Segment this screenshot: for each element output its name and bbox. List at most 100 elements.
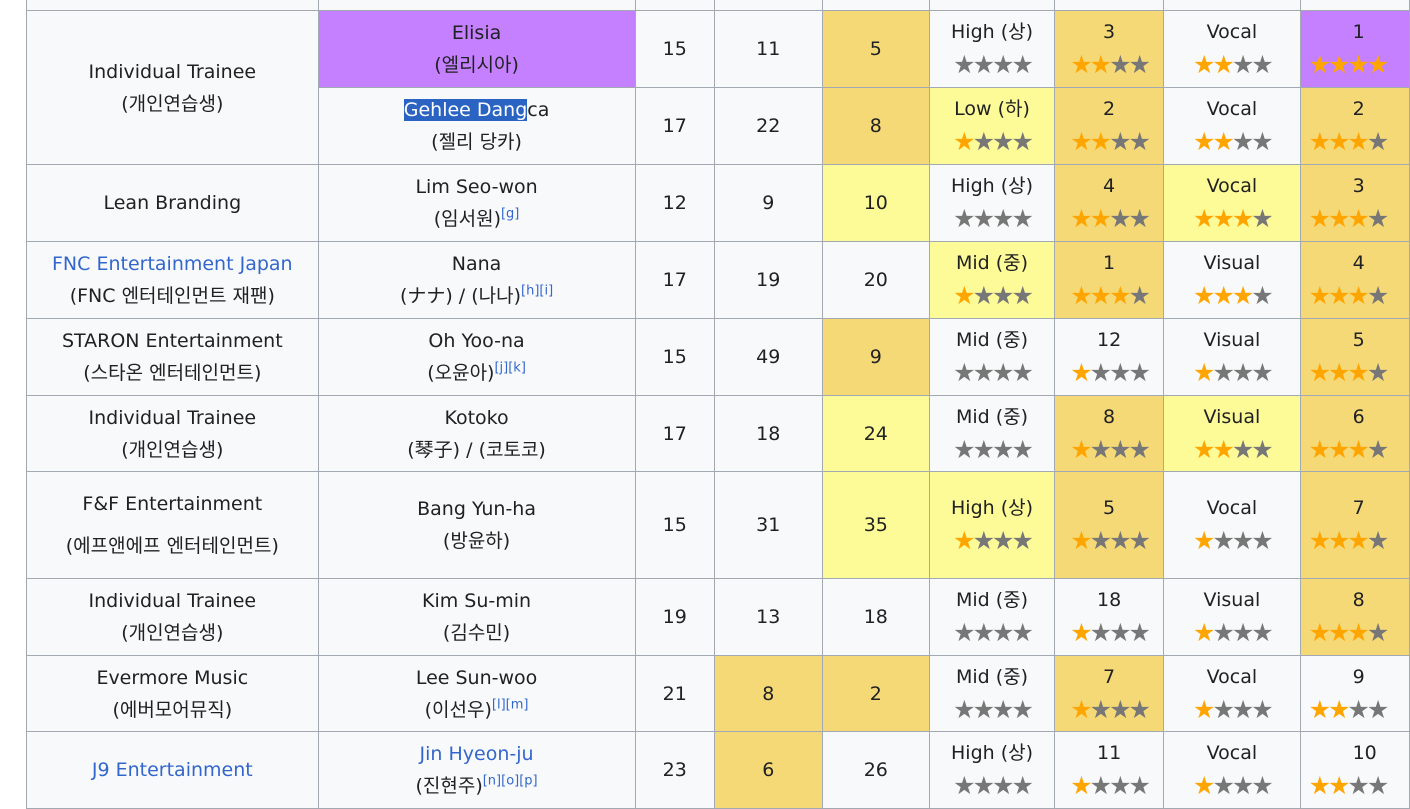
star-rating: ★★★★ — [1059, 769, 1159, 803]
rank-stars-cell: 3 ★★★★ — [1299, 164, 1410, 242]
empty-star-icon: ★ — [1231, 434, 1254, 464]
empty-star-icon: ★ — [1128, 618, 1151, 647]
empty-star-icon: ★ — [1011, 771, 1033, 800]
star-rating: ★★★★ — [1059, 433, 1159, 467]
company-link[interactable]: J9 Entertainment — [31, 754, 314, 786]
company-cell: STARON Entertainment (스타온 엔터테인먼트) — [26, 318, 319, 396]
level-cell: High (상) ★★★★ — [929, 731, 1055, 809]
star-rating: ★★★★ — [1168, 433, 1295, 467]
empty-star-icon: ★ — [1251, 358, 1273, 387]
empty-star-icon: ★ — [972, 281, 995, 310]
empty-star-icon: ★ — [1251, 204, 1273, 233]
filled-star-icon: ★ — [1347, 526, 1369, 555]
star-rating: ★★★★ — [1309, 202, 1405, 236]
company-cell: FNC Entertainment Japan (FNC 엔터테인먼트 재팬) — [26, 241, 319, 319]
trainee-table-viewport: Individual Trainee (개인연습생) Elisia (엘리시아) 1… — [26, 0, 1410, 809]
rank-cell: 8 — [713, 655, 823, 732]
selected-text[interactable]: Gehlee Dang — [403, 99, 528, 121]
ref-link[interactable]: [m] — [506, 697, 529, 712]
rank-cell: 18 — [713, 395, 823, 472]
empty-star-icon: ★ — [992, 281, 1014, 310]
filled-star-icon: ★ — [1327, 434, 1350, 464]
star-rating: ★★★★ — [1309, 433, 1405, 467]
filled-star-icon: ★ — [1308, 771, 1331, 800]
rank-stars-cell: 4 ★★★★ — [1053, 164, 1165, 242]
empty-star-icon: ★ — [1109, 127, 1131, 156]
empty-star-icon: ★ — [1011, 204, 1033, 233]
empty-star-icon: ★ — [1366, 281, 1389, 310]
star-rating: ★★★★ — [1168, 769, 1295, 803]
filled-star-icon: ★ — [1193, 526, 1215, 555]
position-cell: Vocal ★★★★ — [1163, 471, 1301, 579]
ref-link[interactable]: [k] — [508, 361, 526, 376]
empty-star-icon: ★ — [1366, 771, 1389, 800]
position-cell: Vocal ★★★★ — [1163, 87, 1301, 165]
filled-star-icon: ★ — [1347, 434, 1369, 464]
trainee-link[interactable]: Jin Hyeon-ju — [323, 738, 631, 770]
level-cell: Mid (중) ★★★★ — [929, 241, 1055, 319]
filled-star-icon: ★ — [1327, 204, 1350, 233]
level-cell: Mid (중) ★★★★ — [929, 395, 1055, 472]
empty-star-icon: ★ — [1366, 694, 1389, 724]
rank-cell: 9 — [713, 164, 823, 242]
rank-cell: 10 — [821, 164, 931, 242]
empty-star-icon: ★ — [1089, 434, 1112, 464]
ref-link[interactable]: [j] — [494, 361, 508, 376]
ref-link[interactable]: [i] — [539, 284, 553, 299]
star-rating: ★★★★ — [1168, 48, 1295, 82]
star-rating: ★★★★ — [1168, 279, 1295, 313]
empty-star-icon: ★ — [992, 526, 1014, 555]
filled-star-icon: ★ — [1070, 281, 1092, 310]
position-cell: Visual ★★★★ — [1163, 318, 1301, 396]
position-cell: Vocal ★★★★ — [1163, 731, 1301, 809]
rank-stars-cell: 18 ★★★★ — [1053, 578, 1165, 656]
empty-star-icon: ★ — [1089, 771, 1112, 800]
filled-star-icon: ★ — [1347, 50, 1369, 79]
filled-star-icon: ★ — [1193, 50, 1215, 79]
star-rating: ★★★★ — [934, 433, 1050, 467]
rank-cell: 49 — [713, 318, 823, 396]
trainee-name-cell: Lim Seo-won (임서원)[g] — [317, 164, 636, 242]
ref-link[interactable]: [g] — [501, 207, 519, 222]
empty-star-icon: ★ — [1347, 694, 1369, 724]
star-rating: ★★★★ — [934, 769, 1050, 803]
ref-link[interactable]: [n] — [483, 774, 501, 789]
level-cell: Low (하) ★★★★ — [929, 87, 1055, 165]
filled-star-icon: ★ — [1327, 771, 1350, 800]
empty-star-icon: ★ — [992, 618, 1014, 647]
filled-star-icon: ★ — [1327, 694, 1350, 724]
ref-link[interactable]: [h] — [521, 284, 539, 299]
empty-star-icon: ★ — [1231, 127, 1254, 156]
filled-star-icon: ★ — [1070, 204, 1092, 233]
filled-star-icon: ★ — [1308, 50, 1331, 79]
star-rating: ★★★★ — [1168, 693, 1295, 727]
rank-stars-cell: 8 ★★★★ — [1053, 395, 1165, 472]
filled-star-icon: ★ — [1308, 526, 1331, 555]
empty-star-icon: ★ — [1128, 127, 1151, 156]
filled-star-icon: ★ — [1070, 358, 1092, 387]
star-rating: ★★★★ — [934, 356, 1050, 390]
position-cell: Visual ★★★★ — [1163, 241, 1301, 319]
rank-stars-cell: 4 ★★★★ — [1299, 241, 1410, 319]
level-cell: Mid (중) ★★★★ — [929, 655, 1055, 732]
age-cell: 15 — [634, 10, 715, 88]
filled-star-icon: ★ — [1231, 281, 1254, 310]
company-cell: Lean Branding — [26, 164, 319, 242]
star-rating: ★★★★ — [1309, 693, 1405, 727]
rank-cell: 35 — [821, 471, 931, 579]
filled-star-icon: ★ — [1347, 127, 1369, 156]
filled-star-icon: ★ — [1193, 281, 1215, 310]
rank-stars-cell: 12 ★★★★ — [1053, 318, 1165, 396]
ref-link[interactable]: [p] — [519, 774, 537, 789]
company-link[interactable]: FNC Entertainment Japan — [31, 248, 314, 280]
trainee-name-cell: Bang Yun-ha (방윤하) — [317, 471, 636, 579]
ref-link[interactable]: [l] — [492, 697, 506, 712]
position-cell: Visual ★★★★ — [1163, 395, 1301, 472]
empty-star-icon: ★ — [1128, 434, 1151, 464]
empty-star-icon: ★ — [1251, 771, 1273, 800]
trainee-table: Individual Trainee (개인연습생) Elisia (엘리시아) 1… — [26, 0, 1410, 809]
empty-star-icon: ★ — [1011, 281, 1033, 310]
empty-star-icon: ★ — [972, 50, 995, 79]
ref-link[interactable]: [o] — [501, 774, 519, 789]
rank-stars-cell: 5 ★★★★ — [1299, 318, 1410, 396]
